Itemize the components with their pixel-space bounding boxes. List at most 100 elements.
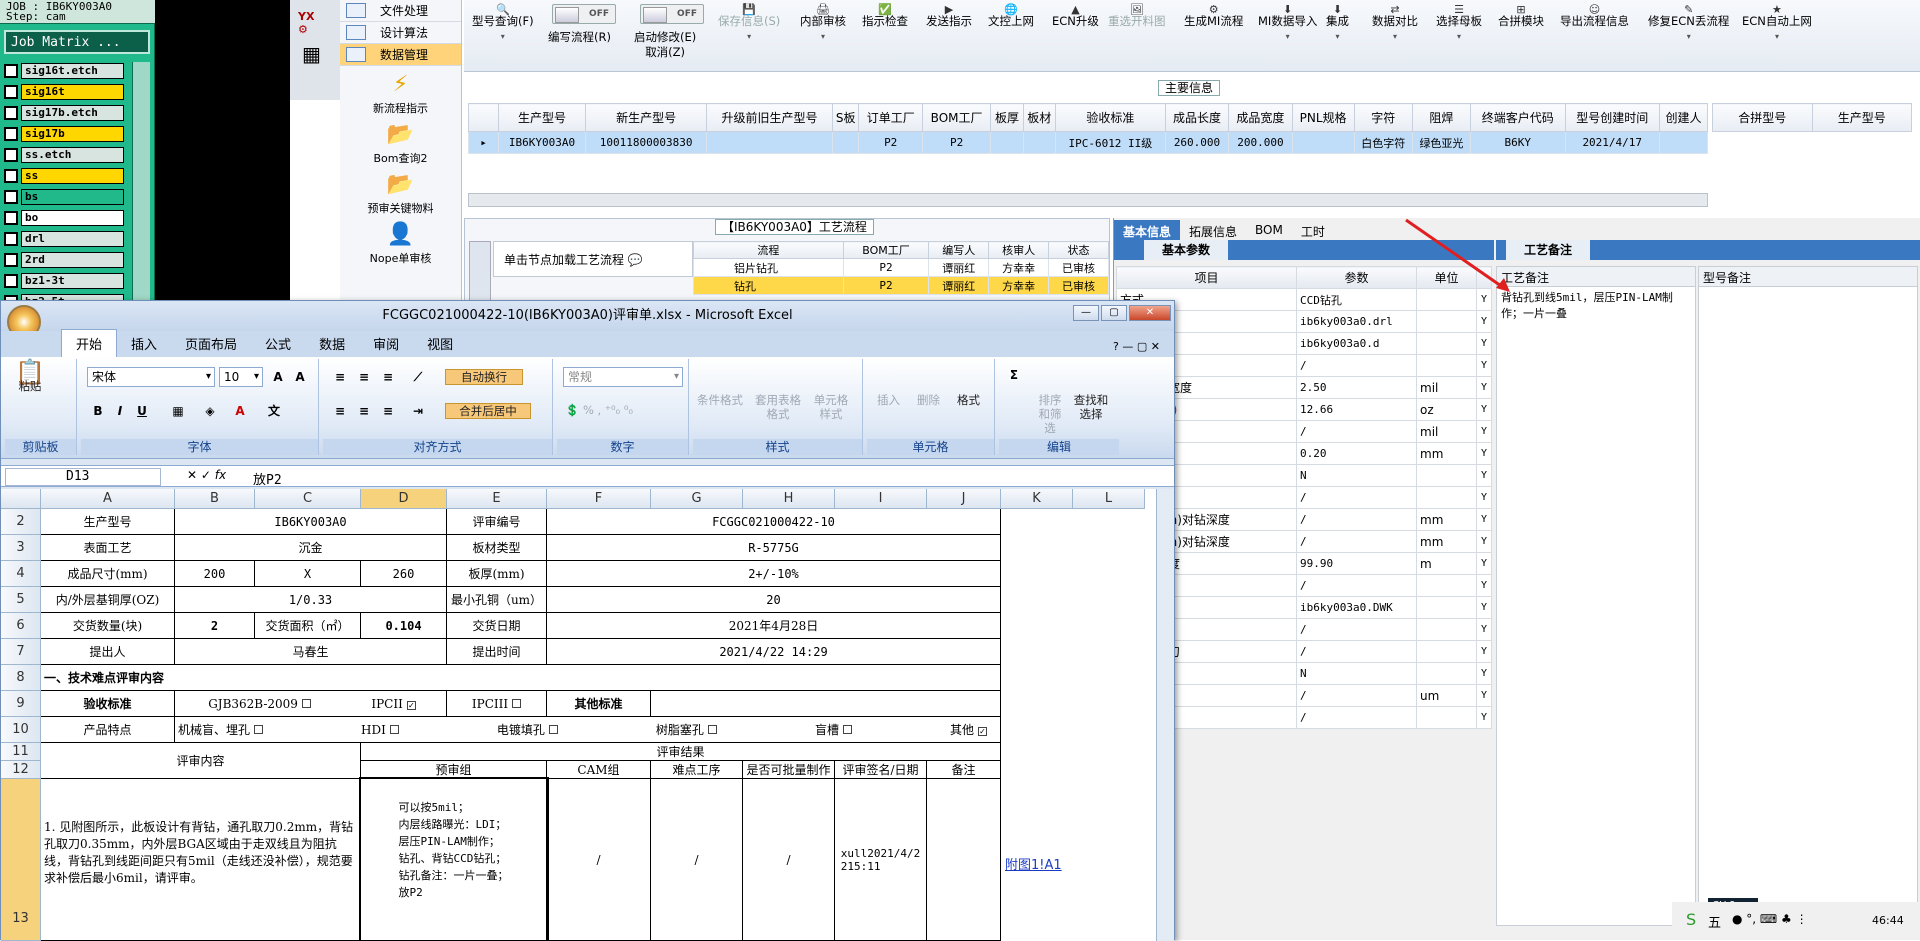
col-header-c[interactable]: C (255, 489, 361, 509)
tab-view[interactable]: 视图 (413, 330, 467, 357)
tab-insert[interactable]: 插入 (117, 330, 171, 357)
load-flow-button[interactable]: 单击节点加载工艺流程 💬 (493, 241, 693, 277)
orientation-icon[interactable]: ⟋ (407, 367, 429, 387)
select-motherboard-button[interactable]: ☰ 选择母板 ▾ (1436, 2, 1482, 44)
fix-ecn-button[interactable]: ✎ 修复ECN丢流程 ▾ (1648, 2, 1729, 44)
col-header[interactable]: 合拼型号 (1712, 103, 1813, 132)
cell[interactable]: 提出时间 (447, 639, 547, 665)
tab-formula[interactable]: 公式 (251, 330, 305, 357)
cell[interactable]: IB6KY003A0 (175, 509, 447, 535)
cell[interactable]: 评审结果 (361, 743, 1001, 761)
merge-center-button[interactable]: 合并后居中 (445, 403, 531, 419)
align-top-icon[interactable]: ≡ (329, 367, 351, 387)
row-header[interactable]: 2 (1, 509, 41, 535)
align-right-icon[interactable]: ≡ (377, 401, 399, 421)
checkbox[interactable] (707, 725, 717, 734)
close-button[interactable]: ✕ (1129, 305, 1171, 321)
cell[interactable]: GJB362B-2009 IPCII ✓ (175, 691, 447, 717)
key-material-button[interactable]: 📂 预审关键物料 (340, 172, 461, 216)
fill-color-icon[interactable]: ◈ (199, 401, 221, 421)
publish-button[interactable]: 🌐 文控上网 (988, 2, 1034, 29)
maximize-button[interactable]: ▢ (1101, 305, 1127, 321)
cell[interactable]: 交货数量(块) (41, 613, 175, 639)
align-middle-icon[interactable]: ≡ (353, 367, 375, 387)
grow-font-icon[interactable]: A (267, 367, 289, 387)
col-header[interactable]: 型号创建时间 (1564, 103, 1660, 132)
nav-item-data[interactable]: 数据管理 (340, 44, 461, 66)
table-row[interactable]: ▸ IB6KY003A0 10011800003830 P2 P2 IPC-6012 I… (468, 131, 1709, 154)
new-process-button[interactable]: ⚡ 新流程指示 (340, 72, 461, 116)
col-header[interactable]: 生产型号 (1811, 103, 1912, 132)
layer-item[interactable]: sig16t (4, 83, 124, 100)
col-header-g[interactable]: G (651, 489, 743, 509)
layer-item[interactable]: sig17b.etch (4, 104, 124, 121)
cell[interactable]: R-5775G (547, 535, 1001, 561)
start-edit-toggle[interactable]: OFF (640, 4, 704, 24)
formula-input[interactable]: 放P2 (253, 469, 282, 488)
col-header[interactable]: 板材 (1022, 103, 1056, 132)
bold-icon[interactable]: B (87, 401, 109, 421)
cell[interactable]: 交货日期 (447, 613, 547, 639)
send-button[interactable]: ▶ 发送指示 (926, 2, 972, 29)
help-icon[interactable]: ? — ▢ ✕ (1099, 336, 1174, 357)
layer-item[interactable]: ss (4, 167, 124, 184)
col-header[interactable]: BOM工厂 (921, 103, 992, 132)
cell[interactable]: 260 (361, 561, 447, 587)
checkbox[interactable] (548, 725, 558, 734)
gen-mi-button[interactable]: ⚙ 生成MI流程 (1184, 2, 1243, 29)
layer-item[interactable]: sig17b (4, 125, 124, 142)
check-button[interactable]: ✅ 指示检查 (862, 2, 908, 29)
cell[interactable]: 200 (175, 561, 255, 587)
cell[interactable]: IPCIII (447, 691, 547, 717)
cell[interactable]: 板厚(mm) (447, 561, 547, 587)
checkbox-checked[interactable]: ✓ (977, 727, 987, 736)
cell[interactable]: 评审编号 (447, 509, 547, 535)
sort-filter-button[interactable]: 排序和筛选 (1033, 393, 1067, 435)
cell[interactable]: 2 (175, 613, 255, 639)
table-row[interactable]: 钻孔 P2 谭丽红 方幸幸 已审核 (693, 276, 1109, 295)
cell[interactable]: 评审签名/日期 (835, 761, 927, 779)
excel-vertical-scrollbar[interactable] (1156, 489, 1174, 941)
font-size-select[interactable]: 10 (219, 367, 263, 387)
delete-button[interactable]: 删除 (917, 393, 940, 407)
cell[interactable]: 马春生 (175, 639, 447, 665)
cell[interactable]: X (255, 561, 361, 587)
find-select-button[interactable]: 查找和选择 (1073, 393, 1109, 421)
cell[interactable]: 是否可批量制作 (743, 761, 835, 779)
horizontal-scrollbar[interactable] (468, 193, 1708, 207)
sum-icon[interactable]: Σ (1003, 365, 1025, 385)
col-header-a[interactable]: A (41, 489, 175, 509)
export-flow-button[interactable]: ☺ 导出流程信息 (1560, 2, 1629, 29)
checkbox[interactable] (842, 725, 852, 734)
italic-icon[interactable]: I (109, 401, 131, 421)
cell[interactable]: 其他标准 (547, 691, 651, 717)
format-button[interactable]: 格式 (957, 393, 980, 407)
row-header[interactable]: 4 (1, 561, 41, 587)
nav-item-file[interactable]: 文件处理 (340, 0, 461, 22)
internal-review-button[interactable]: 🖨 内部审核 ▾ (800, 2, 846, 44)
cell[interactable]: 生产型号 (41, 509, 175, 535)
ime-mode[interactable]: 五 (1708, 912, 1721, 931)
checkbox[interactable] (389, 724, 399, 734)
font-select[interactable]: 宋体 (87, 367, 215, 387)
side-tab[interactable] (469, 241, 491, 305)
checkbox[interactable] (512, 699, 522, 708)
layer-item[interactable]: drl (4, 230, 124, 247)
layer-item[interactable]: sig16t.etch (4, 62, 124, 79)
ecn-upgrade-button[interactable]: ▲ ECN升级 (1052, 2, 1099, 29)
row-header[interactable]: 10 (1, 717, 41, 743)
col-header[interactable]: 字符 (1353, 103, 1413, 132)
cell[interactable]: 沉金 (175, 535, 447, 561)
col-header[interactable]: 成品长度 (1164, 103, 1230, 132)
layer-item[interactable]: bo (4, 209, 124, 226)
cell[interactable]: 最小孔铜（um） (447, 587, 547, 613)
align-bottom-icon[interactable]: ≡ (377, 367, 399, 387)
col-header[interactable]: 订单工厂 (858, 103, 923, 132)
row-header[interactable]: 12 (1, 761, 41, 779)
col-header[interactable]: 升级前旧生产型号 (706, 103, 833, 132)
layer-item[interactable]: ss.etch (4, 146, 124, 163)
cell[interactable]: 评审内容 (41, 743, 361, 779)
nope-review-button[interactable]: 👤 Nope单审核 (340, 222, 461, 266)
cell[interactable]: 产品特点 (41, 717, 175, 743)
merge-module-button[interactable]: ⊞ 合拼模块 (1498, 2, 1544, 29)
